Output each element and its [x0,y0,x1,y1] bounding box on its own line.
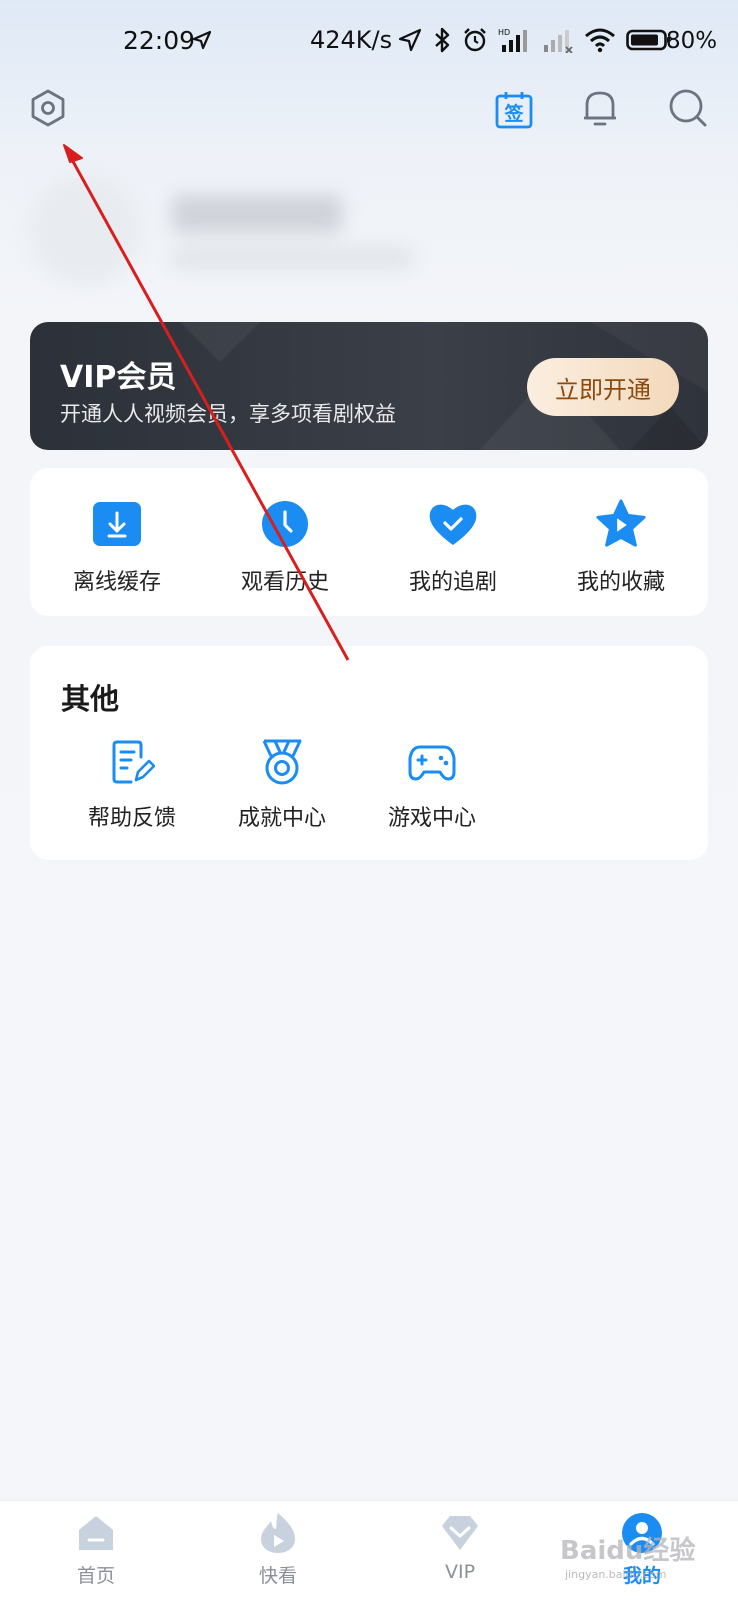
baidu-watermark-url: jingyan.baidu.com [565,1568,667,1581]
feedback-icon [108,738,156,786]
quick-item-label: 观看历史 [240,570,329,595]
navigation-icon [398,28,422,56]
baidu-watermark: Baidu经验 [560,1536,696,1566]
nav-label: 首页 [76,1565,115,1587]
quick-item-label: 我的收藏 [576,570,665,595]
settings-button[interactable] [24,86,72,134]
username-blurred [172,195,342,233]
nav-quick-watch[interactable]: 快看 [228,1511,328,1595]
vip-subtitle: 开通人人视频会员，享多项看剧权益 [60,402,396,426]
search-button[interactable] [664,86,712,134]
nav-label: 快看 [258,1565,297,1587]
home-icon [74,1511,118,1555]
wifi-icon [584,27,616,57]
svg-text:HD: HD [498,28,510,37]
sign-in-button[interactable]: 签 [490,86,538,134]
battery-percent: 80% [666,28,718,54]
quick-actions-card: 离线缓存 观看历史 我的追剧 我的收藏 [30,468,708,616]
other-item-achievements[interactable]: 成就中心 [222,738,342,838]
bluetooth-icon [432,26,452,58]
status-net-speed: 424K/s [310,26,393,54]
quick-item-label: 我的追剧 [408,570,497,595]
sign-label: 签 [504,103,524,125]
calendar-sign-icon: 签 [494,90,534,130]
profile-header[interactable] [30,175,430,285]
avatar[interactable] [30,175,140,285]
other-section-title: 其他 [61,682,120,716]
vip-icon [438,1511,482,1555]
nav-home[interactable]: 首页 [46,1511,146,1595]
download-icon [91,498,143,550]
quick-item-offline-cache[interactable]: 离线缓存 [47,498,187,598]
nav-label: VIP [444,1561,476,1583]
other-section-card: 其他 帮助反馈 成就中心 游戏中心 [30,646,708,860]
quick-item-watch-history[interactable]: 观看历史 [215,498,355,598]
settings-icon [28,88,68,132]
other-item-game-center[interactable]: 游戏中心 [372,738,492,838]
vip-title: VIP会员 [60,360,177,395]
star-icon [595,498,647,550]
gamepad-icon [408,738,456,786]
medal-icon [258,738,306,786]
cellular-weak-icon [542,27,574,57]
quick-item-label: 离线缓存 [72,570,161,595]
location-arrow-icon [192,30,212,54]
quick-item-my-favorites[interactable]: 我的收藏 [551,498,691,598]
other-item-label: 成就中心 [237,806,326,831]
status-time: 22:09 [123,26,196,55]
bell-icon [580,88,620,132]
other-item-label: 游戏中心 [387,806,476,831]
flame-icon [256,1511,300,1555]
quick-item-my-follows[interactable]: 我的追剧 [383,498,523,598]
clock-icon [259,498,311,550]
nav-vip[interactable]: VIP [410,1511,510,1595]
status-bar: 22:09 424K/s HD 80% [0,0,738,86]
user-info-blurred [172,247,412,269]
search-icon [667,87,709,133]
cellular-hd-icon: HD [498,27,532,57]
other-item-label: 帮助反馈 [87,806,176,831]
vip-membership-card[interactable]: VIP会员 开通人人视频会员，享多项看剧权益 立即开通 [30,322,708,450]
alarm-icon [462,27,488,57]
top-action-bar: 签 [0,86,738,156]
heart-icon [427,498,479,550]
other-item-help-feedback[interactable]: 帮助反馈 [72,738,192,838]
vip-open-button[interactable]: 立即开通 [527,358,679,416]
notifications-button[interactable] [576,86,624,134]
